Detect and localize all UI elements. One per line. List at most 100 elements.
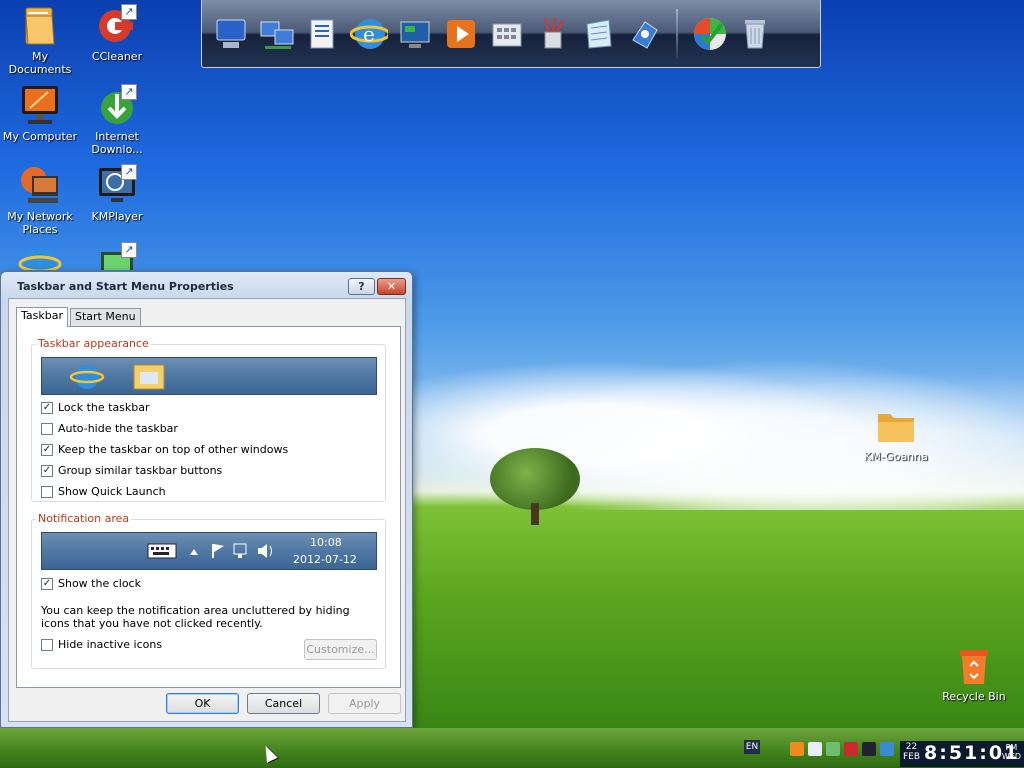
option-group-buttons[interactable]: ✓ Group similar taskbar buttons [41, 464, 222, 477]
option-show-clock[interactable]: ✓ Show the clock [41, 577, 141, 590]
volume-icon [258, 544, 272, 558]
checkbox[interactable] [41, 422, 53, 435]
clock-weekday: WED [1001, 752, 1021, 761]
my-computer-icon[interactable] [212, 11, 250, 57]
internet-explorer-icon [69, 365, 105, 389]
notepad-icon[interactable] [580, 11, 618, 57]
desktop-icon-my-documents[interactable]: My Documents [0, 4, 80, 76]
notification-preview: 10:08 2012-07-12 [41, 532, 377, 570]
apply-button[interactable]: Apply [328, 693, 401, 714]
close-button[interactable]: ✕ [377, 278, 406, 295]
folder-icon [874, 404, 918, 448]
network-icon[interactable] [826, 742, 840, 756]
checkbox[interactable]: ✓ [41, 401, 53, 414]
preview-icons [69, 364, 165, 390]
system-tray [790, 742, 894, 756]
shortcut-arrow-icon: ↗ [121, 242, 137, 258]
recycle-bin-icon [952, 644, 996, 688]
wallpaper-tree [490, 448, 580, 528]
recycle-bin-icon[interactable] [736, 11, 774, 57]
notification-app-icon[interactable] [790, 742, 804, 756]
shortcut-arrow-icon: ↗ [121, 84, 137, 100]
desktop-icon-label: CCleaner [91, 50, 143, 63]
volume-icon[interactable] [808, 742, 822, 756]
desktop-icon-ccleaner[interactable]: ↗ CCleaner [77, 4, 157, 63]
shortcut-arrow-icon: ↗ [121, 164, 137, 180]
desktop-icon-my-computer[interactable]: My Computer [0, 84, 80, 143]
media-center-icon[interactable] [396, 11, 434, 57]
desktop-icon-my-network-places[interactable]: My Network Places [0, 164, 80, 236]
desktop-icon-km-goanna[interactable]: KM-Goanna [856, 404, 936, 463]
folder-icon [18, 4, 62, 48]
calculator-icon[interactable] [488, 11, 526, 57]
internet-explorer-icon[interactable]: e [350, 11, 388, 57]
tab-taskbar[interactable]: Taskbar [16, 307, 68, 327]
keyboard-icon [147, 543, 177, 559]
action-center-flag-icon [212, 544, 224, 558]
svg-text:e: e [363, 22, 375, 46]
show-hidden-icons-arrow [190, 549, 198, 555]
option-label: Auto-hide the taskbar [58, 422, 178, 435]
windows-update-icon[interactable] [690, 11, 728, 57]
cancel-button[interactable]: Cancel [247, 693, 320, 714]
checkbox[interactable]: ✓ [41, 443, 53, 456]
tab-start-menu[interactable]: Start Menu [70, 308, 141, 326]
desktop-icon-internet-download-manager[interactable]: ↗ Internet Downlo... [77, 84, 157, 156]
desktop-icon-label: Internet Downlo... [91, 130, 143, 156]
desktop-icon-kmplayer[interactable]: ↗ KMPlayer [77, 164, 157, 223]
option-label: Keep the taskbar on top of other windows [58, 443, 289, 456]
control-panel-icon[interactable] [626, 11, 664, 57]
security-shield-icon[interactable] [844, 742, 858, 756]
keyboard-icon[interactable] [862, 742, 876, 756]
desktop-icon-recycle-bin[interactable]: Recycle Bin [934, 644, 1014, 703]
dock-separator [676, 8, 678, 59]
explorer-folder-icon [133, 364, 165, 390]
clock-ampm: PM WED [1002, 743, 1021, 761]
desktop-icon-internet-explorer[interactable] [0, 242, 80, 270]
notification-area-group: Notification area 10:08 2012-07-12 ✓ Show… [31, 512, 386, 669]
dialog-body: Taskbar Start Menu Taskbar appearance ✓ L… [8, 298, 406, 722]
checkbox[interactable] [41, 638, 53, 651]
network-icon [18, 164, 62, 208]
network-icon [233, 543, 247, 558]
media-player-icon[interactable] [442, 11, 480, 57]
clock-date: 22 FEB [903, 742, 920, 762]
taskbar-preview [41, 357, 377, 395]
documents-icon[interactable] [304, 11, 342, 57]
preview-clock-time: 10:08 [310, 536, 342, 549]
kmplayer-icon: ↗ [95, 164, 139, 208]
desktop-icon-label: Recycle Bin [942, 690, 1006, 703]
paint-icon[interactable] [534, 11, 572, 57]
display-icon[interactable] [880, 742, 894, 756]
option-label: Group similar taskbar buttons [58, 464, 223, 477]
checkbox[interactable]: ✓ [41, 577, 53, 590]
taskbar-appearance-group: Taskbar appearance ✓ Lock the taskbar Aut… [31, 337, 386, 502]
clock-meridiem: PM [1005, 743, 1018, 752]
group-title: Taskbar appearance [36, 337, 151, 350]
taskbar-clock[interactable]: 22 FEB 8:51:01 PM WED [900, 741, 1024, 767]
option-hide-inactive-icons[interactable]: Hide inactive icons [41, 638, 162, 651]
option-auto-hide[interactable]: Auto-hide the taskbar [41, 422, 178, 435]
customize-button[interactable]: Customize... [304, 639, 377, 660]
help-button[interactable]: ? [348, 278, 375, 295]
desktop-icon-terminal[interactable]: ↗ [77, 242, 157, 270]
desktop-icon-label: My Computer [2, 130, 78, 143]
clock-month: FEB [903, 752, 921, 762]
taskbar-properties-dialog: Taskbar and Start Menu Properties ? ✕ Ta… [0, 271, 413, 728]
internet-explorer-icon [18, 242, 62, 270]
language-indicator[interactable]: EN [744, 740, 760, 754]
desktop-icon-label: KMPlayer [91, 210, 143, 223]
notification-note: You can keep the notification area unclu… [41, 604, 350, 630]
computer-icon [18, 84, 62, 128]
checkbox[interactable] [41, 485, 53, 498]
ccleaner-icon: ↗ [95, 4, 139, 48]
network-icon[interactable] [258, 11, 296, 57]
shortcut-arrow-icon: ↗ [121, 4, 137, 20]
checkbox[interactable]: ✓ [41, 464, 53, 477]
option-lock-taskbar[interactable]: ✓ Lock the taskbar [41, 401, 150, 414]
dialog-title: Taskbar and Start Menu Properties [17, 280, 234, 293]
option-label: Lock the taskbar [58, 401, 150, 414]
option-keep-on-top[interactable]: ✓ Keep the taskbar on top of other window… [41, 443, 288, 456]
option-quick-launch[interactable]: Show Quick Launch [41, 485, 166, 498]
ok-button[interactable]: OK [166, 693, 239, 714]
